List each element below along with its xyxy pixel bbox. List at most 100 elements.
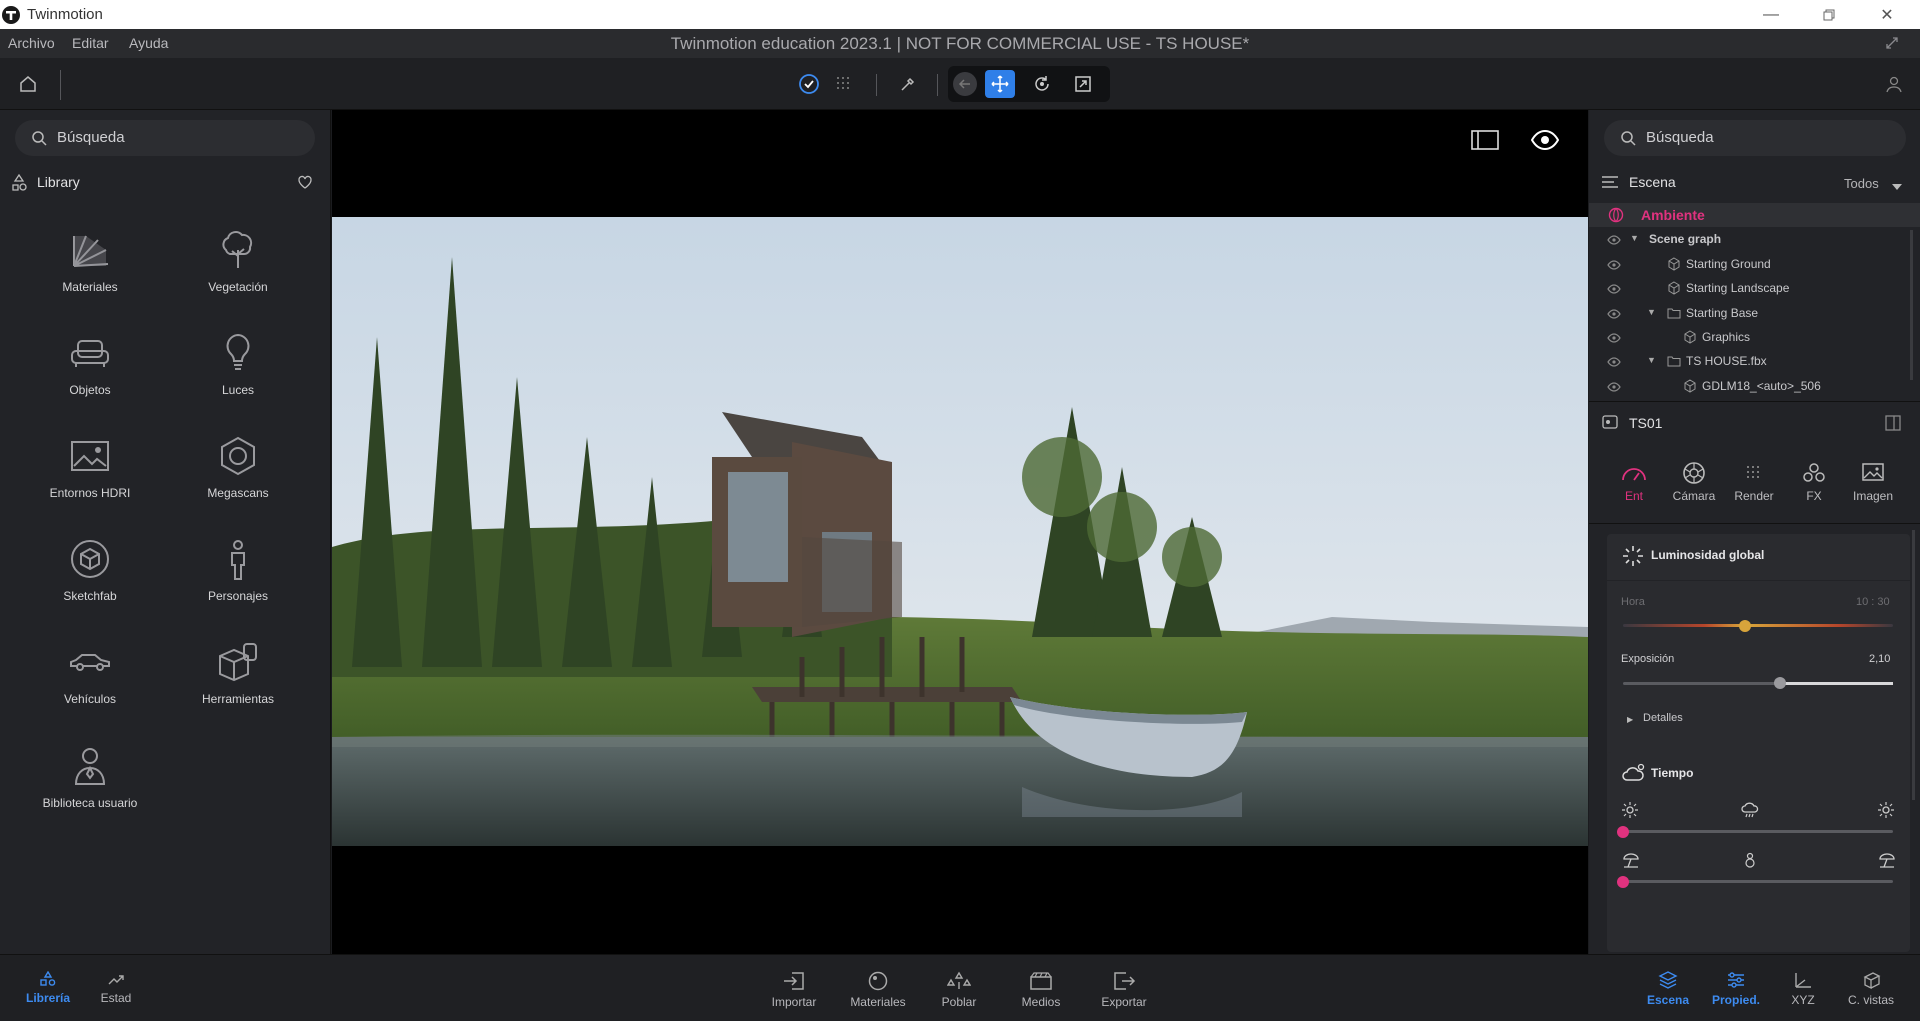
user-icon[interactable] [1882,72,1906,96]
library-shapes-icon [10,173,28,197]
nav-label: Poblar [941,995,977,1009]
panel-layout-icon[interactable] [1471,130,1499,155]
chevron-down-icon[interactable] [1891,178,1903,196]
library-item-herramientas[interactable]: Herramientas [163,640,313,730]
eye-icon[interactable] [1607,382,1621,392]
nav-exportar[interactable]: Exportar [1095,971,1153,1009]
tree-row-starting-base[interactable]: ▼ Starting Base [1589,302,1920,326]
library-item-vehiculos[interactable]: Vehículos [15,640,165,730]
library-item-label: Biblioteca usuario [42,796,138,810]
eye-icon[interactable] [1607,284,1621,294]
list-menu-icon[interactable] [1601,174,1619,195]
eye-icon[interactable] [1607,235,1621,245]
scene-properties-panel: Búsqueda Escena Todos Ambiente ▼ Scene g… [1589,110,1920,954]
expand-arrow-icon[interactable]: ▼ [1630,233,1639,243]
library-item-biblioteca-usuario[interactable]: Biblioteca usuario [15,744,165,834]
nav-propied[interactable]: Propied. [1708,971,1764,1007]
weather-slider-thumb[interactable] [1617,826,1629,838]
expand-arrow-icon[interactable]: ▼ [1647,307,1656,317]
nav-c-vistas[interactable]: C. vistas [1841,971,1901,1007]
library-item-personajes[interactable]: Personajes [163,537,313,627]
home-icon[interactable] [14,70,42,98]
visibility-eye-icon[interactable] [1530,129,1560,155]
eye-icon[interactable] [1607,309,1621,319]
tab-fx[interactable]: FX [1784,462,1844,503]
material-sphere-icon [868,971,888,991]
tree-row-gdlm18[interactable]: GDLM18_<auto>_506 [1589,375,1920,399]
library-item-entornos-hdri[interactable]: Entornos HDRI [15,434,165,524]
temperature-slider-thumb[interactable] [1617,876,1629,888]
close-button[interactable]: ✕ [1858,0,1916,29]
eyedropper-icon[interactable] [896,72,920,96]
nav-escena[interactable]: Escena [1642,971,1694,1007]
app-name: Twinmotion [27,6,103,23]
scale-tool-icon[interactable] [1071,72,1095,96]
tab-camara[interactable]: Cámara [1664,462,1724,503]
hour-slider-thumb[interactable] [1738,620,1751,632]
tree-row-ts-house[interactable]: ▼ TS HOUSE.fbx [1589,350,1920,374]
nav-materiales[interactable]: Materiales [846,971,910,1009]
folder-icon [1667,356,1681,367]
populate-icon [947,971,971,989]
library-search-input[interactable]: Búsqueda [15,120,315,156]
nav-medios[interactable]: Medios [1012,971,1070,1009]
back-arrow-icon[interactable] [953,72,977,96]
nav-label: Estad [100,991,132,1005]
ambiente-row[interactable]: Ambiente [1589,203,1920,227]
exposure-value: 2,10 [1869,653,1891,665]
divider [1589,523,1920,524]
nav-estad[interactable]: Estad [90,971,142,1005]
nav-libreria[interactable]: Librería [22,971,74,1005]
nav-poblar[interactable]: Poblar [930,971,988,1009]
restore-button[interactable] [1800,0,1858,29]
tab-imagen[interactable]: Imagen [1843,462,1903,503]
split-panel-icon[interactable] [1885,415,1901,436]
top-toolbar [0,58,1920,110]
library-item-sketchfab[interactable]: Sketchfab [15,537,165,627]
eye-icon[interactable] [1607,333,1621,343]
tree-row-starting-ground[interactable]: Starting Ground [1589,253,1920,277]
tab-ent[interactable]: Ent [1604,462,1664,503]
expand-icon[interactable] [1884,35,1900,54]
tree-scrollbar[interactable] [1910,230,1913,380]
temperature-slider[interactable] [1623,880,1893,883]
tree-label: Starting Ground [1686,257,1771,271]
nav-importar[interactable]: Importar [765,971,823,1009]
scene-search-input[interactable]: Búsqueda [1604,120,1906,156]
exposure-slider-thumb[interactable] [1773,677,1786,689]
tree-row-graphics[interactable]: Graphics [1589,326,1920,350]
library-item-label: Materiales [62,280,118,294]
weather-slider[interactable] [1623,830,1893,833]
library-item-megascans[interactable]: Megascans [163,434,313,524]
nav-label: C. vistas [1847,993,1894,1007]
views-cube-icon [1863,972,1881,989]
favorite-heart-icon[interactable] [297,174,313,195]
nav-xyz[interactable]: XYZ [1777,971,1829,1007]
ambiente-label: Ambiente [1641,207,1705,223]
details-toggle[interactable]: Detalles [1643,712,1683,724]
move-tool-icon[interactable] [985,70,1015,98]
hour-slider[interactable] [1623,624,1893,627]
library-item-label: Sketchfab [63,589,117,603]
filter-dropdown[interactable]: Todos [1844,176,1879,191]
tree-row-starting-landscape[interactable]: Starting Landscape [1589,277,1920,301]
nav-label: Librería [25,991,70,1005]
minimize-button[interactable]: — [1742,0,1800,29]
expand-arrow-icon[interactable]: ▶ [1627,715,1633,724]
tab-render[interactable]: Render [1724,462,1784,503]
check-tool-icon[interactable] [796,71,822,97]
grid-dots-icon[interactable] [832,72,856,96]
eye-icon[interactable] [1607,260,1621,270]
expand-arrow-icon[interactable]: ▼ [1647,355,1656,365]
material-fan-icon [73,235,109,267]
eye-icon[interactable] [1607,357,1621,367]
3d-viewport[interactable] [332,110,1588,954]
library-item-luces[interactable]: Luces [163,331,313,421]
properties-scrollbar[interactable] [1912,530,1915,800]
library-item-materiales[interactable]: Materiales [15,228,165,318]
library-item-vegetacion[interactable]: Vegetación [163,228,313,318]
axis-icon [1795,973,1811,988]
library-item-objetos[interactable]: Objetos [15,331,165,421]
tree-row-scene-graph[interactable]: ▼ Scene graph [1589,228,1920,252]
rotate-tool-icon[interactable] [1030,72,1054,96]
